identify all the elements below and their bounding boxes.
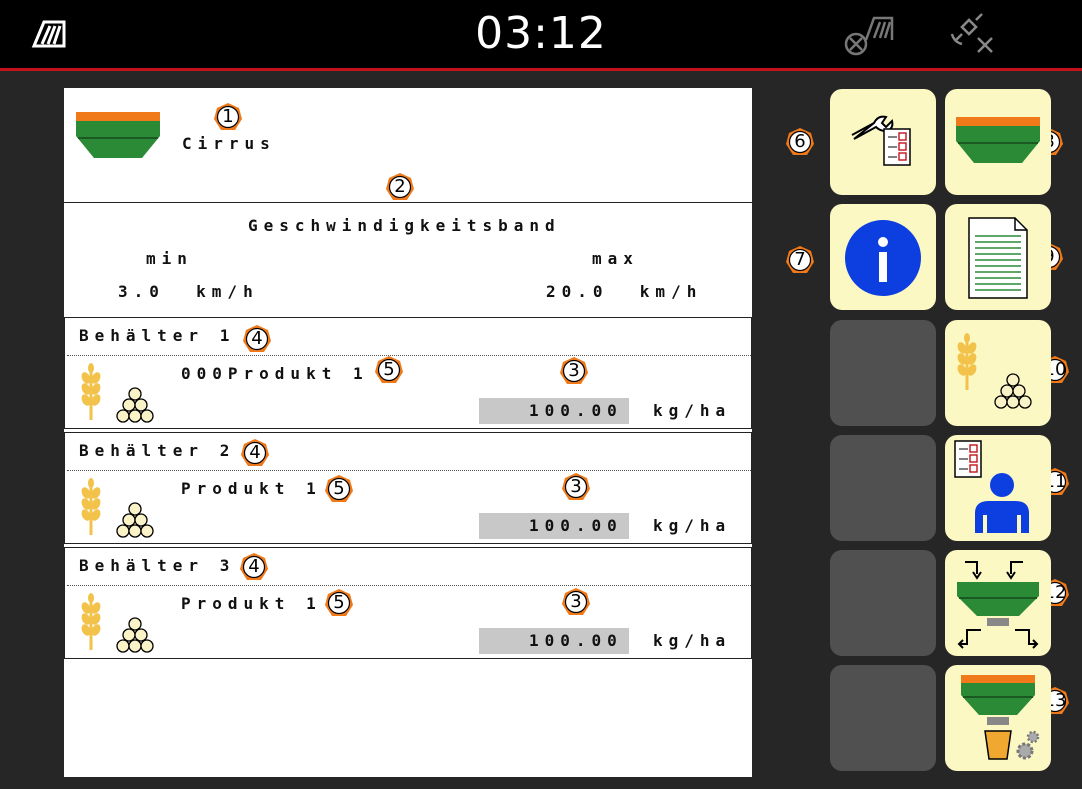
product-name: Produkt 1	[181, 479, 322, 498]
empty-softkey[interactable]	[830, 665, 936, 771]
top-status-bar: 03:12	[0, 0, 1082, 71]
user-softkey[interactable]	[945, 435, 1051, 541]
gps-disconnected-icon	[950, 13, 993, 53]
empty-softkey[interactable]	[830, 320, 936, 426]
rate-value: 100.00	[529, 631, 623, 650]
empty-softkey[interactable]	[830, 550, 936, 656]
callout-3: 3	[561, 587, 591, 617]
info-icon	[845, 220, 921, 296]
product-softkey[interactable]	[945, 320, 1051, 426]
divider	[67, 470, 751, 471]
callout-7: 7	[785, 245, 815, 275]
clock: 03:12	[475, 8, 607, 59]
empty-softkey[interactable]	[830, 435, 936, 541]
speed-min-value: 3.0 km/h	[118, 282, 259, 301]
divider	[64, 202, 752, 203]
rate-value: 100.00	[529, 516, 623, 535]
tractor-ecu-icon	[844, 16, 894, 56]
tank-section-1[interactable]: Behälter 1 000Produkt 1 100.00 kg/ha	[64, 317, 752, 429]
seed-product-icon	[79, 362, 154, 423]
seed-product-icon	[954, 331, 1032, 409]
rate-value: 100.00	[529, 401, 623, 420]
callout-5: 5	[374, 355, 404, 385]
callout-5: 5	[324, 474, 354, 504]
document-icon	[968, 217, 1028, 299]
metering-softkey[interactable]	[945, 550, 1051, 656]
speed-min-label: min	[146, 249, 193, 268]
document-softkey[interactable]	[945, 204, 1051, 310]
divider	[67, 585, 751, 586]
tank-section-2[interactable]: Behälter 2 Produkt 1 100.00 kg/ha	[64, 432, 752, 544]
settings-checklist-icon	[851, 115, 911, 166]
callout-5: 5	[324, 588, 354, 618]
machine-name: Cirrus	[182, 134, 276, 153]
user-checklist-icon	[954, 440, 1029, 533]
product-name: 000Produkt 1	[181, 364, 369, 383]
machine-softkey[interactable]	[945, 89, 1051, 195]
callout-3: 3	[561, 472, 591, 502]
tank-name: Behälter 3	[79, 556, 236, 575]
metering-distribution-icon	[957, 561, 1039, 649]
callout-1: 1	[213, 102, 243, 132]
divider	[67, 355, 751, 356]
rate-unit: kg/ha	[653, 401, 732, 420]
seed-product-icon	[79, 477, 154, 538]
callout-4: 4	[239, 552, 269, 582]
callout-6: 6	[785, 127, 815, 157]
speed-max-label: max	[592, 249, 639, 268]
settings-softkey[interactable]	[830, 89, 936, 195]
info-softkey[interactable]	[830, 204, 936, 310]
rate-unit: kg/ha	[653, 631, 732, 650]
seed-product-icon	[79, 592, 154, 653]
rate-unit: kg/ha	[653, 516, 732, 535]
calibration-softkey[interactable]	[945, 665, 1051, 771]
callout-2: 2	[385, 172, 415, 202]
speed-band-title: Geschwindigkeitsband	[248, 216, 561, 235]
callout-4: 4	[242, 324, 272, 354]
calibration-test-icon	[961, 675, 1040, 760]
callout-3: 3	[559, 356, 589, 386]
seed-hopper-icon	[955, 116, 1041, 164]
callout-4: 4	[240, 438, 270, 468]
tank-name: Behälter 1	[79, 326, 236, 345]
product-name: Produkt 1	[181, 594, 322, 613]
seed-hopper-icon	[76, 112, 161, 159]
tank-section-3[interactable]: Behälter 3 Produkt 1 100.00 kg/ha	[64, 547, 752, 659]
speed-max-value: 20.0 km/h	[546, 282, 703, 301]
tank-name: Behälter 2	[79, 441, 236, 460]
